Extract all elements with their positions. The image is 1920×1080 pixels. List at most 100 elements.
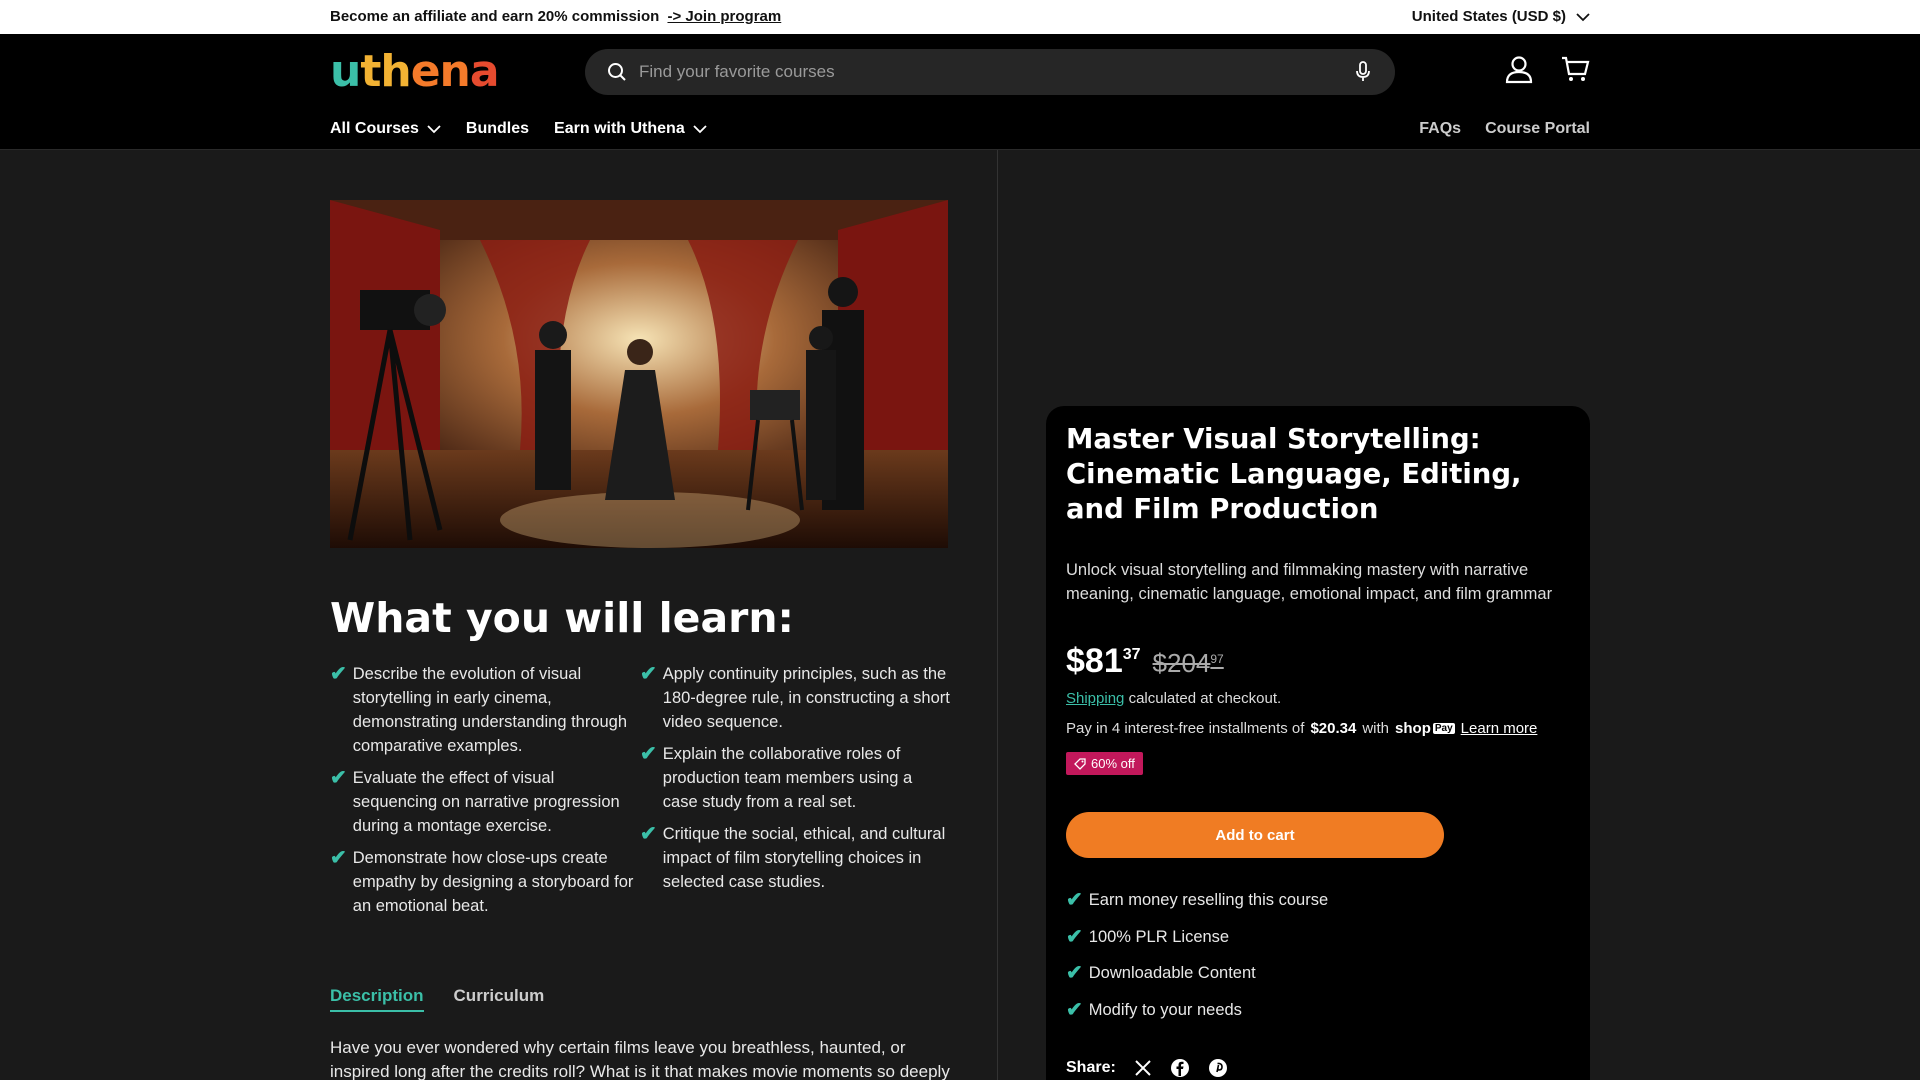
check-icon: ✔ xyxy=(640,743,657,765)
nav-label: Earn with Uthena xyxy=(554,120,685,137)
x-twitter-icon[interactable] xyxy=(1134,1059,1152,1077)
cart-icon[interactable] xyxy=(1560,54,1590,84)
logo-part: a xyxy=(469,46,500,97)
check-icon: ✔ xyxy=(330,847,347,869)
shop-pay-logo: shop Pay xyxy=(1395,720,1455,737)
learn-item-text: Apply continuity principles, such as the… xyxy=(662,665,950,731)
learn-item: ✔ Evaluate the effect of visual sequencin… xyxy=(330,766,642,838)
region-selector[interactable]: United States (USD $) xyxy=(1412,8,1590,25)
shipping-link[interactable]: Shipping xyxy=(1066,690,1124,707)
check-icon: ✔ xyxy=(1066,925,1083,948)
learn-item-text: Critique the social, ethical, and cultur… xyxy=(662,825,946,891)
nav-label: Bundles xyxy=(465,120,530,137)
nav-all-courses[interactable]: All Courses xyxy=(330,120,441,138)
discount-text: 60% off xyxy=(1091,756,1135,771)
affiliate-text: Become an affiliate and earn 20% commiss… xyxy=(330,8,660,25)
feature-text: Earn money reselling this course xyxy=(1088,891,1329,909)
learn-list-right: ✔ Apply continuity principles, such as th… xyxy=(640,662,950,902)
learn-heading: What you will learn: xyxy=(330,594,794,642)
description-text: Have you ever wondered why certain films… xyxy=(330,1038,950,1080)
share-label: Share: xyxy=(1066,1059,1116,1076)
search-input[interactable]: Find your favorite courses xyxy=(639,62,835,82)
region-label: United States (USD $) xyxy=(1411,8,1566,25)
nav-faqs[interactable]: FAQs xyxy=(1419,120,1461,138)
shipping-note: Shipping calculated at checkout. xyxy=(1066,690,1281,707)
installments-note: Pay in 4 interest-free installments of $… xyxy=(1066,720,1537,737)
check-icon: ✔ xyxy=(640,663,657,685)
feature-item: ✔ 100% PLR License xyxy=(1066,925,1328,949)
check-icon: ✔ xyxy=(1066,962,1083,984)
feature-text: Downloadable Content xyxy=(1088,964,1256,982)
learn-item: ✔ Describe the evolution of visual storyt… xyxy=(330,662,642,758)
secondary-nav: FAQs Course Portal xyxy=(1419,120,1590,138)
learn-item-text: Demonstrate how close-ups create empathy… xyxy=(352,849,634,915)
feature-item: ✔ Earn money reselling this course xyxy=(1066,888,1328,912)
learn-item: ✔ Critique the social, ethical, and cultu… xyxy=(640,822,950,894)
chevron-down-icon xyxy=(693,125,707,134)
learn-item-text: Evaluate the effect of visual sequencing… xyxy=(352,769,620,835)
feature-item: ✔ Downloadable Content xyxy=(1066,961,1328,985)
logo-part: en xyxy=(410,46,471,97)
site-header: uthena Find your favorite courses All Co… xyxy=(0,34,1920,150)
search-icon xyxy=(608,63,626,81)
nav-course-portal[interactable]: Course Portal xyxy=(1485,120,1590,138)
learn-list-left: ✔ Describe the evolution of visual storyt… xyxy=(330,662,642,926)
install-text: Pay in 4 interest-free installments of xyxy=(1066,720,1305,737)
learn-item-text: Describe the evolution of visual storyte… xyxy=(352,665,628,755)
product-title: Master Visual Storytelling: Cinematic La… xyxy=(1066,423,1522,525)
check-icon: ✔ xyxy=(640,823,657,845)
check-icon: ✔ xyxy=(330,767,347,789)
learn-item: ✔ Explain the collaborative roles of prod… xyxy=(640,742,950,814)
main-nav: All Courses Bundles Earn with Uthena xyxy=(330,120,707,138)
install-amount: $20.34 xyxy=(1310,720,1357,737)
shipping-text: calculated at checkout. xyxy=(1128,690,1282,707)
check-icon: ✔ xyxy=(1066,889,1083,911)
nav-bundles[interactable]: Bundles xyxy=(466,120,529,138)
feature-text: 100% PLR License xyxy=(1088,927,1230,946)
chevron-down-icon xyxy=(1576,12,1590,21)
nav-label: All Courses xyxy=(330,120,419,137)
original-price-cents: 97 xyxy=(1210,652,1224,666)
pinterest-icon[interactable] xyxy=(1208,1058,1228,1078)
product-subtitle: Unlock visual storytelling and filmmakin… xyxy=(1066,561,1553,603)
uthena-logo[interactable]: uthena xyxy=(330,46,500,97)
learn-item: ✔ Apply continuity principles, such as th… xyxy=(640,662,950,734)
sale-price: $8137 xyxy=(1066,642,1141,681)
microphone-icon[interactable] xyxy=(1355,61,1371,83)
check-icon: ✔ xyxy=(330,663,347,685)
original-price: $20497 xyxy=(1153,648,1224,679)
price-row: $8137 $20497 xyxy=(1066,642,1224,681)
product-card: Master Visual Storytelling: Cinematic La… xyxy=(1046,406,1590,1080)
check-icon: ✔ xyxy=(1066,998,1083,1021)
logo-part: u xyxy=(330,46,361,97)
account-icon[interactable] xyxy=(1504,54,1534,84)
feature-list: ✔ Earn money reselling this course ✔ 100% … xyxy=(1066,888,1328,1034)
learn-item: ✔ Demonstrate how close-ups create empath… xyxy=(330,846,642,918)
course-hero-image xyxy=(330,200,948,548)
tab-description[interactable]: Description xyxy=(330,986,424,1012)
facebook-icon[interactable] xyxy=(1170,1058,1190,1078)
discount-badge: 60% off xyxy=(1066,752,1143,775)
search-bar[interactable]: Find your favorite courses xyxy=(585,49,1395,95)
share-row: Share: xyxy=(1066,1058,1228,1078)
join-program-link[interactable]: -> Join program xyxy=(667,8,781,25)
logo-part: th xyxy=(360,46,411,97)
learn-item-text: Explain the collaborative roles of produ… xyxy=(662,745,913,811)
learn-more-link[interactable]: Learn more xyxy=(1461,720,1538,737)
sale-price-main: $81 xyxy=(1066,642,1123,680)
add-to-cart-button[interactable]: Add to cart xyxy=(1066,812,1444,858)
tag-icon xyxy=(1074,757,1086,770)
feature-text: Modify to your needs xyxy=(1088,1000,1242,1019)
nav-earn[interactable]: Earn with Uthena xyxy=(554,120,707,138)
sale-price-cents: 37 xyxy=(1122,646,1141,663)
install-with: with xyxy=(1362,720,1390,737)
feature-item: ✔ Modify to your needs xyxy=(1066,998,1328,1022)
shop-pay-badge: Pay xyxy=(1432,723,1455,734)
tab-curriculum[interactable]: Curriculum xyxy=(454,986,545,1012)
original-price-main: $204 xyxy=(1152,648,1211,678)
affiliate-promo: Become an affiliate and earn 20% commiss… xyxy=(330,8,781,25)
column-divider xyxy=(997,150,998,1080)
header-icons xyxy=(1504,54,1590,84)
chevron-down-icon xyxy=(427,125,441,134)
content-tabs: Description Curriculum xyxy=(330,986,544,1012)
